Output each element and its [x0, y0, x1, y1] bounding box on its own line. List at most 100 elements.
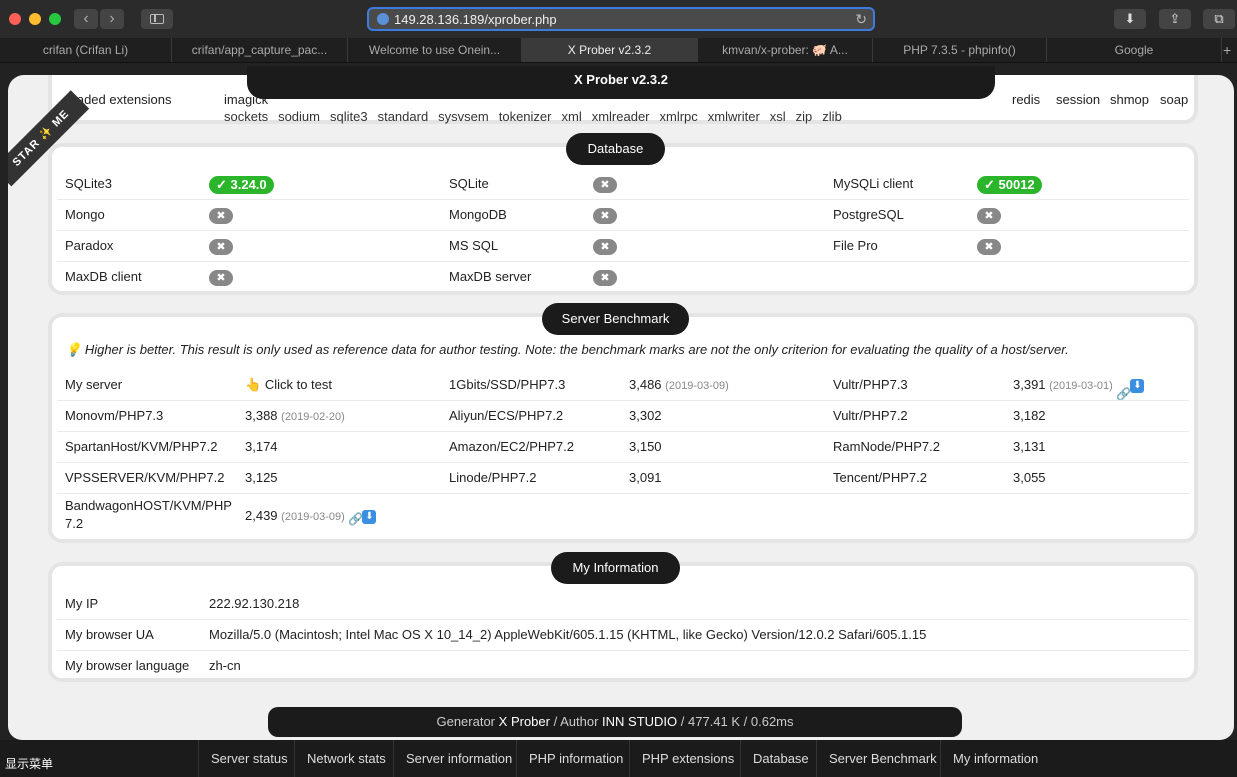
nav-database[interactable]: Database — [740, 740, 821, 777]
db-status-x: ✖ — [977, 207, 1001, 224]
author-link[interactable]: INN STUDIO — [602, 714, 677, 729]
nav-my-information[interactable]: My information — [940, 740, 1050, 777]
bench-score: 3,174 — [245, 439, 278, 454]
bench-score: 3,091 — [629, 470, 662, 485]
ext-tag: xmlwriter — [707, 109, 760, 124]
info-label: My browser UA — [65, 627, 154, 642]
tab-xprober[interactable]: X Prober v2.3.2 — [522, 38, 698, 62]
nav-server-information[interactable]: Server information — [393, 740, 524, 777]
tabs-overview-icon[interactable]: ⧉ — [1203, 9, 1235, 29]
generator-link[interactable]: X Prober — [499, 714, 550, 729]
bench-score: 2,439 — [245, 508, 278, 523]
nav-server-benchmark[interactable]: Server Benchmark — [816, 740, 949, 777]
nav-network-stats[interactable]: Network stats — [294, 740, 398, 777]
db-label: SQLite3 — [65, 176, 112, 191]
ext-tag: zlib — [822, 109, 842, 124]
db-label: PostgreSQL — [833, 207, 904, 222]
browser-titlebar: ‹ › 149.28.136.189/xprober.php ↻ ⬇ ⇪ ⧉ — [0, 0, 1237, 38]
db-status-x: ✖ — [209, 207, 233, 224]
info-value: Mozilla/5.0 (Macintosh; Intel Mac OS X 1… — [209, 627, 927, 642]
benchmark-title: Server Benchmark — [542, 303, 689, 335]
db-label: File Pro — [833, 238, 878, 253]
bench-label: Linode/PHP7.2 — [449, 470, 537, 485]
nav-php-extensions[interactable]: PHP extensions — [629, 740, 746, 777]
bench-date: (2019-02-20) — [281, 411, 345, 423]
db-status-x: ✖ — [209, 238, 233, 255]
bench-score: 3,391 — [1013, 377, 1046, 392]
myinfo-title: My Information — [551, 552, 680, 584]
tab-bar: crifan (Crifan Li) crifan/app_capture_pa… — [0, 38, 1237, 63]
bench-date: (2019-03-09) — [665, 380, 729, 392]
page-banner: X Prober v2.3.2 — [247, 66, 995, 99]
bench-label: Tencent/PHP7.2 — [833, 470, 927, 485]
tab-app-capture[interactable]: crifan/app_capture_pac... — [172, 38, 348, 62]
bench-label: SpartanHost/KVM/PHP7.2 — [65, 439, 218, 454]
bench-score: 3,302 — [629, 408, 662, 423]
bench-label: BandwagonHOST/KVM/PHP 7.2 — [65, 498, 232, 531]
ext-tag: sockets — [224, 109, 269, 124]
bench-label: Vultr/PHP7.3 — [833, 377, 908, 392]
benchmark-card: 💡 Higher is better. This result is only … — [48, 313, 1198, 543]
db-status-ok: ✓ 3.24.0 — [209, 175, 274, 194]
db-label: MaxDB client — [65, 269, 142, 284]
click-to-test-button[interactable]: 👆 Click to test — [245, 370, 332, 400]
bench-date: (2019-03-01) — [1049, 380, 1113, 392]
bench-score: 3,055 — [1013, 470, 1046, 485]
ext-tag: xmlreader — [591, 109, 650, 124]
show-menu-button[interactable]: 显示菜单 — [5, 755, 53, 772]
minimize-window-icon[interactable] — [29, 13, 41, 25]
download-icon[interactable]: ⬇ — [1130, 378, 1145, 393]
bench-label: VPSSERVER/KVM/PHP7.2 — [65, 470, 225, 485]
nav-php-information[interactable]: PHP information — [516, 740, 635, 777]
bench-label: 1Gbits/SSD/PHP7.3 — [449, 377, 566, 392]
zoom-window-icon[interactable] — [49, 13, 61, 25]
link-icon[interactable]: 🔗 — [1116, 379, 1131, 401]
back-button[interactable]: ‹ — [74, 9, 98, 29]
globe-icon — [377, 13, 389, 25]
download-icon[interactable]: ⬇ — [1114, 9, 1146, 29]
bench-score: 3,388 — [245, 408, 278, 423]
db-status-x: ✖ — [593, 238, 617, 255]
info-value: zh-cn — [209, 658, 241, 673]
tab-phpinfo[interactable]: PHP 7.3.5 - phpinfo() — [873, 38, 1047, 62]
download-icon[interactable]: ⬇ — [362, 509, 377, 524]
bench-score: 3,486 — [629, 377, 662, 392]
tab-google[interactable]: Google — [1047, 38, 1222, 62]
bottom-nav: 显示菜单 Server status Network stats Server … — [0, 740, 1237, 777]
ext-tag: tokenizer — [498, 109, 552, 124]
bench-label: Vultr/PHP7.2 — [833, 408, 908, 423]
ext-tag: sodium — [278, 109, 320, 124]
tab-crifan[interactable]: crifan (Crifan Li) — [0, 38, 172, 62]
db-status-x: ✖ — [977, 238, 1001, 255]
db-label: MongoDB — [449, 207, 507, 222]
tab-oneinstack[interactable]: Welcome to use Onein... — [348, 38, 522, 62]
db-label: MS SQL — [449, 238, 499, 253]
db-status-ok: ✓ 50012 — [977, 175, 1042, 194]
bench-label: RamNode/PHP7.2 — [833, 439, 940, 454]
link-icon[interactable]: 🔗 — [348, 510, 363, 526]
bench-score: 3,131 — [1013, 439, 1046, 454]
tab-github-xprober[interactable]: kmvan/x-prober: 🐖 A... — [698, 38, 873, 62]
address-bar[interactable]: 149.28.136.189/xprober.php ↻ — [367, 7, 875, 31]
url-text[interactable]: 149.28.136.189/xprober.php — [394, 12, 557, 27]
ext-tag: xsl — [769, 109, 786, 124]
reload-icon[interactable]: ↻ — [855, 11, 867, 28]
ext-tag: standard — [377, 109, 429, 124]
bulb-icon: 💡 — [65, 342, 82, 357]
db-label: SQLite — [449, 176, 489, 191]
footer: Generator X Prober / Author INN STUDIO /… — [268, 707, 962, 737]
share-icon[interactable]: ⇪ — [1159, 9, 1191, 29]
ext-tag: sysvsem — [438, 109, 489, 124]
ext-tag: zip — [795, 109, 813, 124]
ext-tag: xml — [561, 109, 582, 124]
database-title: Database — [566, 133, 665, 165]
page-content: STAR ✨ ME ...aded extensions imagick red… — [8, 75, 1234, 740]
close-window-icon[interactable] — [9, 13, 21, 25]
database-card: SQLite3 ✓ 3.24.0 SQLite ✖ MySQLi client ✓ 5… — [48, 143, 1198, 295]
forward-button[interactable]: › — [100, 9, 124, 29]
db-label: Paradox — [65, 238, 114, 253]
sidebar-toggle-icon[interactable] — [141, 9, 173, 29]
nav-server-status[interactable]: Server status — [198, 740, 300, 777]
info-label: My IP — [65, 596, 99, 611]
new-tab-button[interactable]: + — [1223, 38, 1237, 62]
